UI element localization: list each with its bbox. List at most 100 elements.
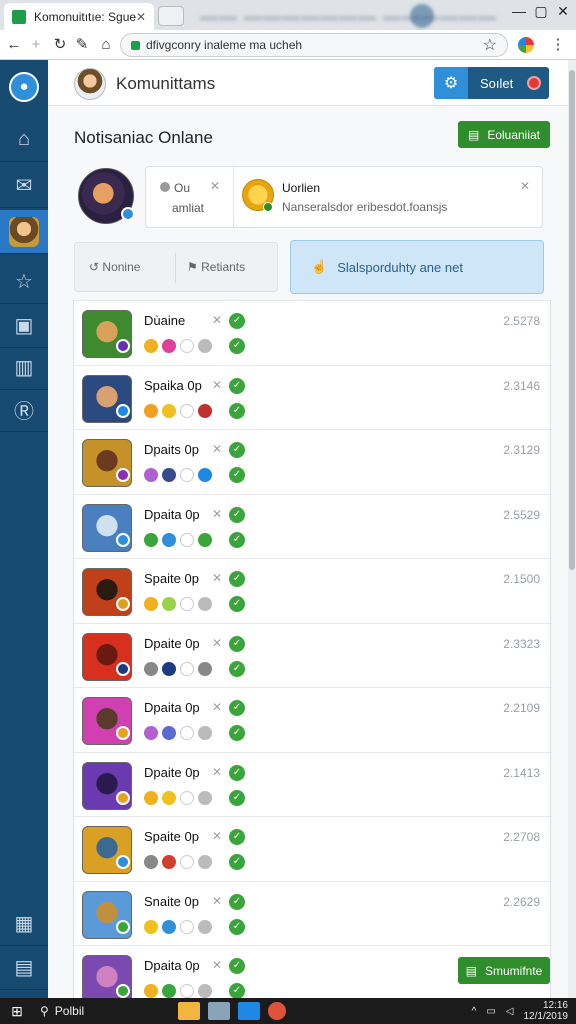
check-icon[interactable]: ✓ [229, 983, 245, 999]
check-icon[interactable]: ✓ [229, 764, 245, 781]
reload-icon[interactable]: ↻ [50, 35, 70, 55]
chevron-up-icon[interactable]: ^ [472, 1006, 477, 1017]
check-icon[interactable]: ✓ [229, 854, 245, 870]
check-icon[interactable]: ✓ [229, 442, 245, 458]
new-tab-button[interactable] [158, 6, 184, 26]
check-icon[interactable]: ✓ [229, 338, 245, 354]
list-item[interactable]: Dpaite 0p ✕ ✓ ✓ 2.1413 [74, 751, 552, 816]
sidebar-item-badge[interactable]: Ⓡ [0, 388, 48, 432]
check-icon[interactable]: ✓ [229, 313, 245, 329]
list-item[interactable]: Dpaite 0p ✕ ✓ ✓ 2.3323 [74, 622, 552, 687]
network-icon[interactable]: ▭ [486, 1006, 495, 1017]
check-icon[interactable]: ✓ [229, 893, 245, 910]
folder-icon[interactable] [208, 1002, 230, 1020]
mini-icon [162, 468, 176, 482]
scrollbar[interactable] [568, 60, 576, 998]
list-item[interactable]: Snaite 0p ✕ ✓ ✓ 2.2629 [74, 880, 552, 945]
remove-icon[interactable]: ✕ [212, 829, 222, 843]
address-bar[interactable]: dfivgconry inaleme ma ucheh ☆ [120, 33, 508, 57]
check-icon[interactable]: ✓ [229, 531, 245, 548]
check-icon[interactable]: ✓ [229, 660, 245, 677]
settings-button[interactable]: ⚙ Soılet [434, 67, 549, 99]
sidebar-item-grid[interactable]: ▦ [0, 902, 48, 946]
list-item[interactable]: Dùaine ✕ ✓ ✓ 2.5278 [74, 300, 552, 364]
file-explorer-icon[interactable] [178, 1002, 200, 1020]
row-number: 2.1500 [503, 572, 540, 586]
remove-icon[interactable]: ✕ [212, 507, 222, 521]
check-icon[interactable]: ✓ [229, 918, 245, 935]
check-icon[interactable]: ✓ [229, 506, 245, 523]
close-icon[interactable]: ✕ [520, 179, 530, 193]
filter-nonline[interactable]: ↺ Nonine [89, 260, 140, 274]
check-icon[interactable]: ✓ [229, 402, 245, 419]
scrollbar-thumb[interactable] [569, 70, 575, 570]
coin-badge-icon [263, 202, 273, 212]
home-icon[interactable]: ⌂ [96, 35, 116, 55]
row-number: 2.5529 [503, 507, 540, 522]
submit-button[interactable]: ▤ Smumifnte [458, 957, 550, 984]
list-item[interactable]: Spaite 0p ✕ ✓ ✓ 2.1500 [74, 558, 552, 622]
chrome-icon[interactable] [268, 1002, 286, 1020]
check-icon[interactable]: ✓ [229, 635, 245, 652]
taskbar-search[interactable]: ⚲ Polbil [34, 1004, 174, 1018]
export-button[interactable]: ▤ Eoluaniiat [458, 121, 550, 148]
maximize-icon[interactable]: ▢ [530, 0, 552, 24]
check-icon[interactable]: ✓ [229, 725, 245, 741]
list-item[interactable]: Spaika 0p ✕ ✓ ✓ 2.3146 [74, 364, 552, 429]
extension-icon[interactable] [518, 37, 534, 53]
remove-icon[interactable]: ✕ [212, 313, 222, 327]
sidebar-item-favorites[interactable]: ☆ [0, 260, 48, 304]
sidebar-item-reports[interactable]: ▥ [0, 346, 48, 390]
remove-icon[interactable]: ✕ [212, 571, 222, 585]
browser-tab[interactable]: Komonuitıtıe: Sgue ✕ [4, 3, 154, 30]
check-icon[interactable]: ✓ [229, 789, 245, 806]
mini-icon [180, 403, 194, 418]
windows-start-icon[interactable]: ⊞ [0, 998, 34, 1024]
check-icon[interactable]: ✓ [229, 596, 245, 612]
remove-icon[interactable]: ✕ [212, 700, 222, 714]
check-icon[interactable]: ✓ [229, 377, 245, 394]
sidebar-item-panel[interactable]: ▤ [0, 946, 48, 990]
cta-button[interactable]: ☝ Slalsporduhty ane net [290, 240, 544, 294]
remove-icon[interactable]: ✕ [212, 958, 222, 972]
menu-icon[interactable]: ⋮ [548, 35, 568, 55]
notification-dot-icon [527, 76, 541, 90]
remove-icon[interactable]: ✕ [212, 378, 222, 392]
list-item[interactable]: Dpaita 0p ✕ ✓ ✓ 2.2109 [74, 687, 552, 751]
close-window-icon[interactable]: ✕ [552, 0, 574, 24]
check-icon[interactable]: ✓ [229, 467, 245, 483]
sidebar-item-mail[interactable]: ✉ [0, 164, 48, 208]
clock[interactable]: 12:16 12/1/2019 [524, 1000, 569, 1022]
sidebar-item-photos[interactable]: ▣ [0, 304, 48, 348]
filter-retiants[interactable]: ⚑ Retiants [187, 260, 245, 274]
remove-icon[interactable]: ✕ [212, 442, 222, 456]
edit-icon[interactable]: ✎ [72, 35, 92, 55]
profile-avatar[interactable] [78, 168, 135, 224]
remove-icon[interactable]: ✕ [212, 894, 222, 908]
list-item[interactable]: Dpaits 0p ✕ ✓ ✓ 2.3129 [74, 429, 552, 493]
new-icon[interactable]: + [26, 35, 46, 55]
mini-icon [144, 403, 158, 418]
minimize-icon[interactable]: — [508, 0, 530, 24]
list-item[interactable]: Spaite 0p ✕ ✓ ✓ 2.2708 [74, 816, 552, 880]
mini-icons [144, 339, 212, 353]
close-icon[interactable]: ✕ [210, 179, 220, 193]
check-icon[interactable]: ✓ [229, 829, 245, 845]
system-tray: ^ ▭ ◁ 12:16 12/1/2019 [472, 1000, 576, 1022]
user-icon[interactable]: ● [9, 72, 39, 102]
check-icon[interactable]: ✓ [229, 700, 245, 716]
back-icon[interactable]: ← [4, 35, 24, 55]
tab-close-icon[interactable]: ✕ [136, 10, 146, 24]
volume-icon[interactable]: ◁ [506, 1006, 514, 1017]
list-item[interactable]: Dpaita 0p ✕ ✓ ✓ 2.5529 [74, 493, 552, 558]
sidebar-item-home[interactable]: ⌂ [0, 118, 48, 162]
app-icon[interactable] [238, 1002, 260, 1020]
browser-toolbar: ← + ↻ ✎ ⌂ dfivgconry inaleme ma ucheh ☆ … [0, 30, 576, 60]
check-icon[interactable]: ✓ [229, 571, 245, 587]
sidebar-item-game[interactable] [0, 210, 48, 254]
chart-icon: ▥ [14, 357, 34, 379]
star-icon[interactable]: ☆ [483, 35, 497, 55]
check-icon[interactable]: ✓ [229, 958, 245, 974]
remove-icon[interactable]: ✕ [212, 636, 222, 650]
remove-icon[interactable]: ✕ [212, 765, 222, 779]
